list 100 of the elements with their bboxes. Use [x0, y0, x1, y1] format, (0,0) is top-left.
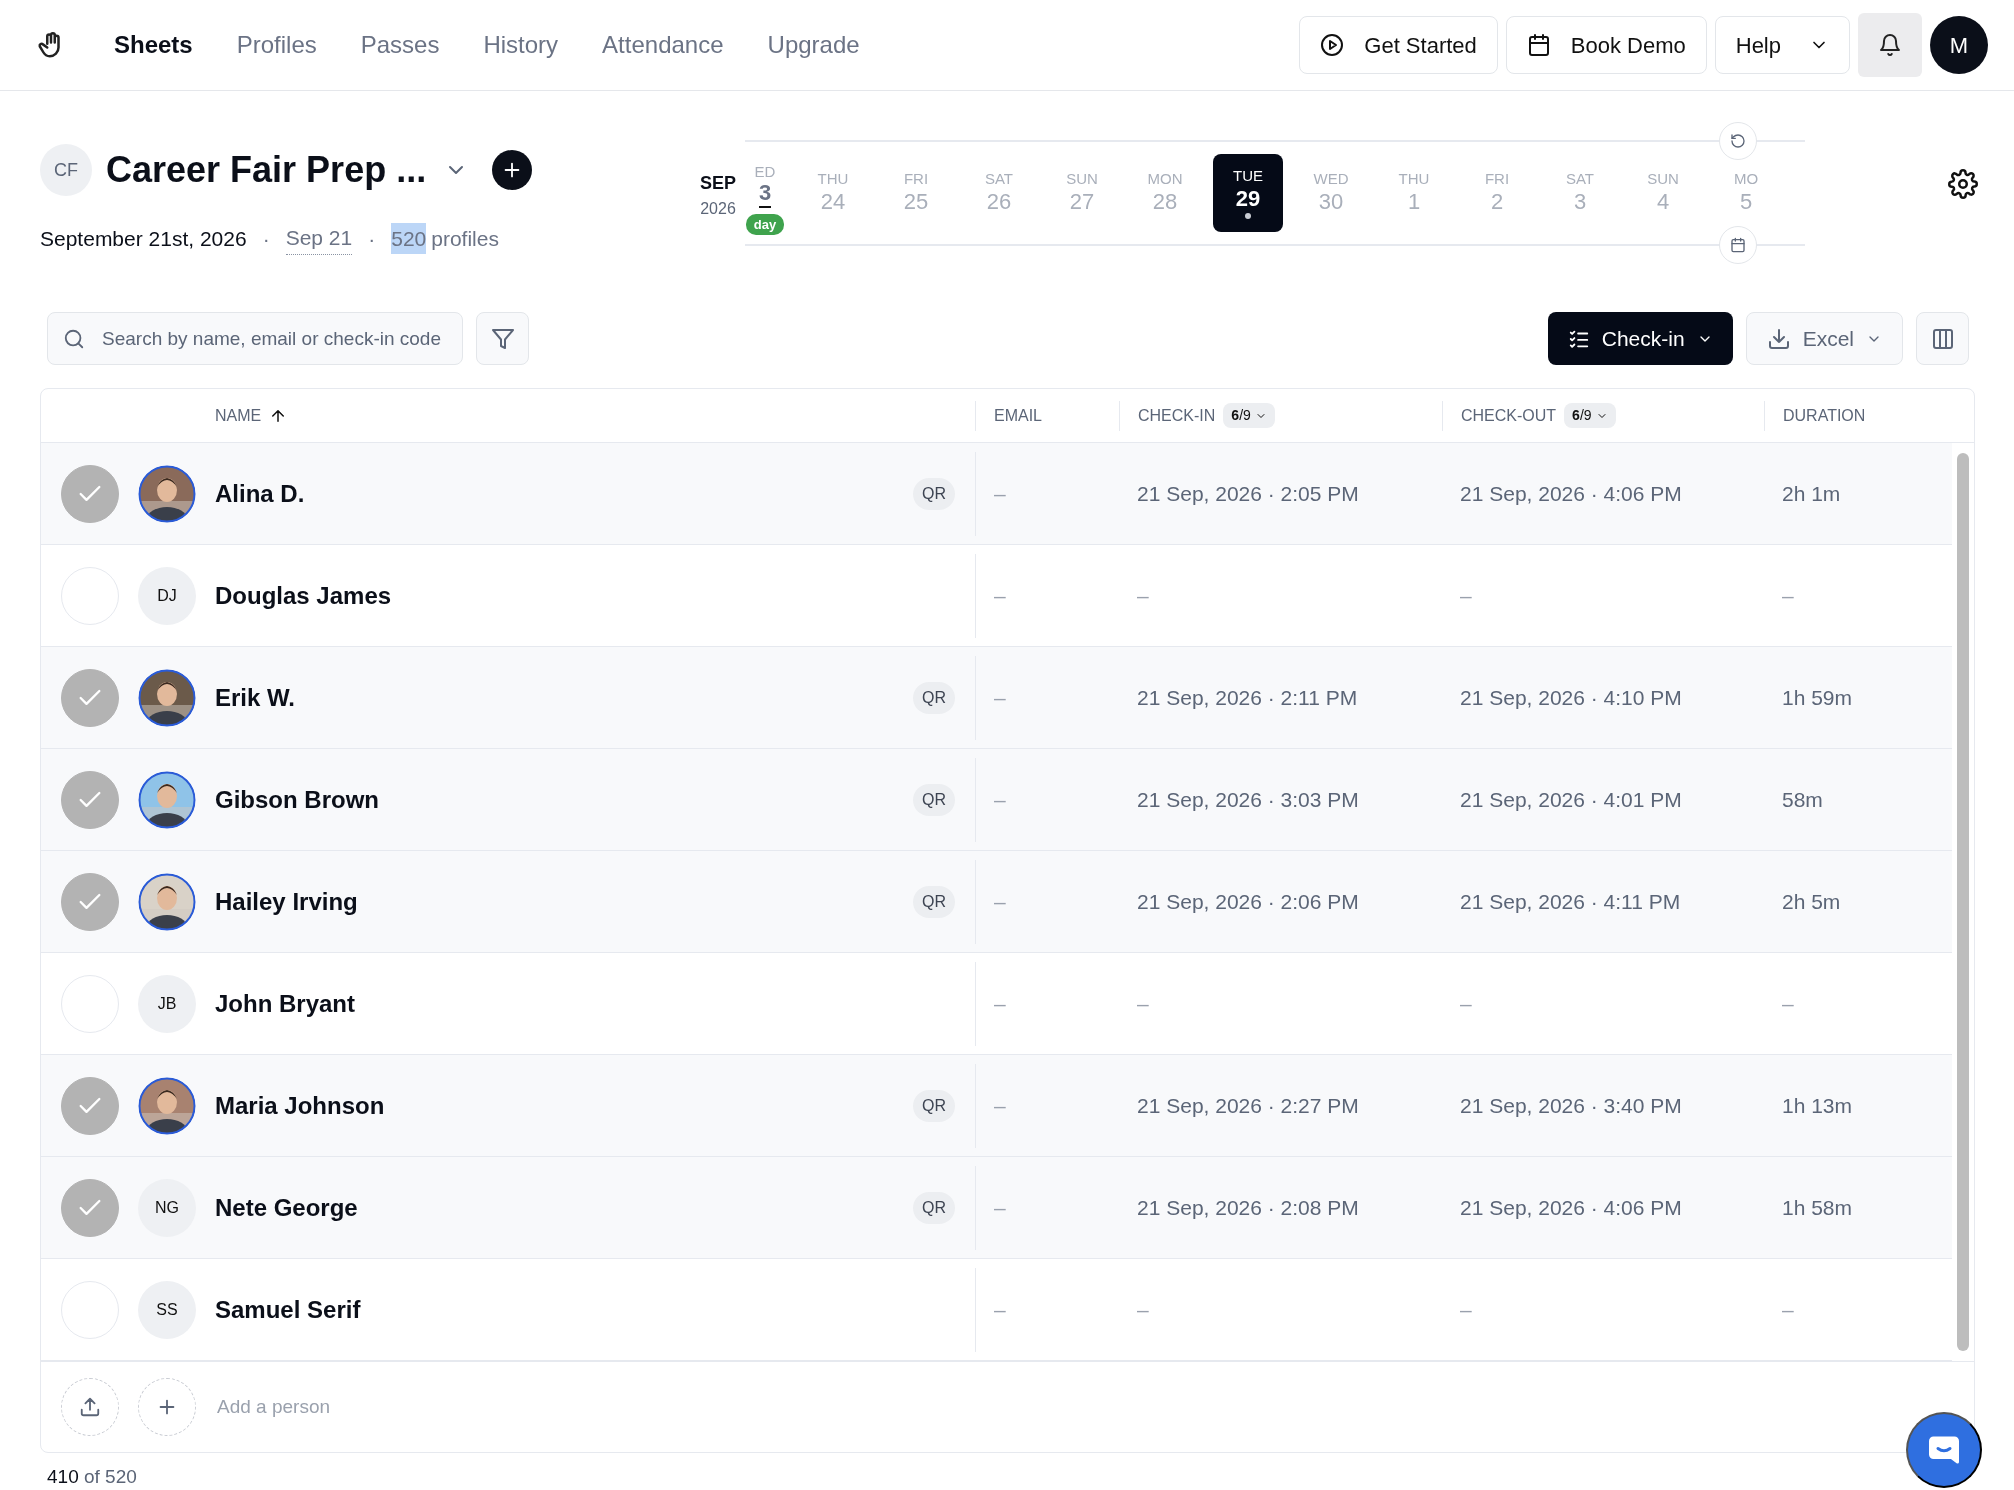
today-badge: day — [745, 213, 785, 235]
filter-icon — [490, 326, 515, 351]
person-name[interactable]: Erik W. — [215, 679, 296, 716]
calendar-icon — [1730, 237, 1746, 253]
scrollbar[interactable] — [1957, 453, 1969, 1351]
check-in-time: 21 Sep, 2026 · 2:05 PM — [1136, 480, 1360, 507]
calendar-day[interactable]: ED 3 day — [745, 149, 785, 237]
initials-avatar: SS — [138, 1280, 196, 1339]
person-name[interactable]: Alina D. — [215, 475, 305, 512]
duration-cell-text: 1h 59m — [1781, 684, 1854, 711]
check-out-time: – — [1459, 582, 1473, 609]
columns-icon — [1930, 326, 1955, 351]
add-button[interactable] — [492, 150, 533, 190]
duration-cell-text: 2h 5m — [1781, 888, 1842, 915]
calendar-icon — [1526, 33, 1551, 57]
settings-icon[interactable] — [1948, 169, 1978, 199]
column-header[interactable]: EMAIL — [994, 403, 1042, 428]
check-out-time: 21 Sep, 2026 · 4:06 PM — [1459, 480, 1683, 507]
search-field[interactable]: Search by name, email or check-in code — [47, 312, 463, 365]
separator-dot: · — [262, 225, 270, 252]
user-avatar[interactable]: M — [1930, 16, 1988, 74]
date-link[interactable]: Sep 21 — [285, 222, 353, 255]
play-icon — [1320, 33, 1345, 57]
search-icon — [63, 328, 85, 350]
notifications-button[interactable] — [1858, 13, 1922, 77]
nav-tab[interactable]: Passes — [338, 27, 462, 63]
calendar-day[interactable]: TUE 29 — [1213, 154, 1283, 232]
check-out-time: 21 Sep, 2026 · 3:40 PM — [1459, 1092, 1683, 1119]
book-demo-button[interactable]: Book Demo — [1505, 16, 1707, 74]
check-in-time: – — [1136, 582, 1150, 609]
duration-cell-text: 1h 13m — [1781, 1092, 1854, 1119]
help-button[interactable]: Help — [1714, 16, 1850, 74]
check-out-time: 21 Sep, 2026 · 4:11 PM — [1459, 888, 1682, 915]
separator-dot: · — [368, 225, 376, 252]
nav-tab[interactable]: History — [461, 27, 581, 63]
check-in-button[interactable]: Check-in — [1547, 312, 1733, 365]
check-out-time: – — [1459, 990, 1473, 1017]
check-out-time: 21 Sep, 2026 · 4:10 PM — [1459, 684, 1683, 711]
email-cell: – — [975, 859, 1119, 944]
get-started-button[interactable]: Get Started — [1299, 16, 1498, 74]
qr-tag: QR — [913, 681, 955, 714]
duration-cell-text: 2h 1m — [1781, 480, 1842, 507]
check-in-time: 21 Sep, 2026 · 2:06 PM — [1136, 888, 1360, 915]
duration-cell-text: 1h 58m — [1781, 1194, 1854, 1221]
email-cell: – — [975, 757, 1119, 842]
qr-tag: QR — [913, 477, 955, 510]
calendar-button[interactable] — [1719, 226, 1757, 264]
count-dropdown[interactable]: 6/9 — [1223, 403, 1275, 428]
person-name[interactable]: Maria Johnson — [215, 1087, 385, 1124]
nav-tab[interactable]: Attendance — [580, 27, 746, 63]
check-in-time: – — [1136, 1296, 1150, 1323]
column-header[interactable]: CHECK-IN — [1138, 403, 1216, 428]
email-cell: – — [975, 655, 1119, 740]
email-cell: – — [975, 1267, 1119, 1352]
column-header[interactable]: CHECK-OUT — [1461, 403, 1557, 428]
person-name[interactable]: Douglas James — [215, 577, 392, 614]
person-name[interactable]: Hailey Irving — [215, 883, 358, 920]
check-out-time: – — [1459, 1296, 1473, 1323]
email-cell: – — [975, 553, 1119, 638]
nav-tab[interactable]: Sheets — [92, 27, 215, 63]
column-header[interactable]: NAME — [215, 403, 262, 428]
month-label: SEP — [699, 172, 737, 195]
email-cell: – — [975, 1063, 1119, 1148]
nav-tab[interactable]: Upgrade — [745, 27, 882, 63]
person-name[interactable]: Gibson Brown — [215, 781, 379, 818]
duration-cell-text: 58m — [1781, 786, 1824, 813]
person-name[interactable]: Samuel Serif — [215, 1291, 361, 1328]
column-header[interactable]: DURATION — [1783, 403, 1866, 428]
total-count: of 520 — [84, 1466, 137, 1487]
initials-avatar: JB — [138, 974, 196, 1033]
year-label: 2026 — [699, 199, 737, 219]
check-in-time: – — [1136, 990, 1150, 1017]
download-icon — [1766, 326, 1791, 351]
email-cell: – — [975, 961, 1119, 1046]
export-button[interactable]: Excel — [1745, 312, 1903, 365]
sheet-title[interactable]: Career Fair Prep ... — [106, 148, 427, 192]
initials-avatar: DJ — [138, 566, 196, 625]
duration-cell-text: – — [1781, 582, 1795, 609]
profiles-label: profiles — [431, 225, 499, 252]
check-in-time: 21 Sep, 2026 · 2:11 PM — [1136, 684, 1359, 711]
person-name[interactable]: John Bryant — [215, 985, 355, 1022]
qr-tag: QR — [913, 1089, 955, 1122]
qr-tag: QR — [913, 1191, 955, 1224]
nav-tab[interactable]: Profiles — [214, 27, 339, 63]
qr-tag: QR — [913, 885, 955, 918]
email-cell: – — [975, 1165, 1119, 1250]
check-out-time: 21 Sep, 2026 · 4:06 PM — [1459, 1194, 1683, 1221]
qr-tag: QR — [913, 783, 955, 816]
refresh-icon — [1730, 133, 1746, 149]
refresh-button[interactable] — [1719, 122, 1757, 160]
count-dropdown[interactable]: 6/9 — [1564, 403, 1616, 428]
duration-cell-text: – — [1781, 990, 1795, 1017]
sheet-date: September 21st, 2026 — [40, 225, 247, 252]
columns-button[interactable] — [1916, 312, 1969, 365]
sheet-initials: CF — [40, 144, 92, 196]
filter-button[interactable] — [476, 312, 529, 365]
person-name[interactable]: Nete George — [215, 1189, 358, 1226]
profiles-count: 520 — [391, 222, 427, 254]
initials-avatar: NG — [138, 1178, 196, 1237]
add-person-field[interactable]: Add a person — [215, 1391, 464, 1423]
